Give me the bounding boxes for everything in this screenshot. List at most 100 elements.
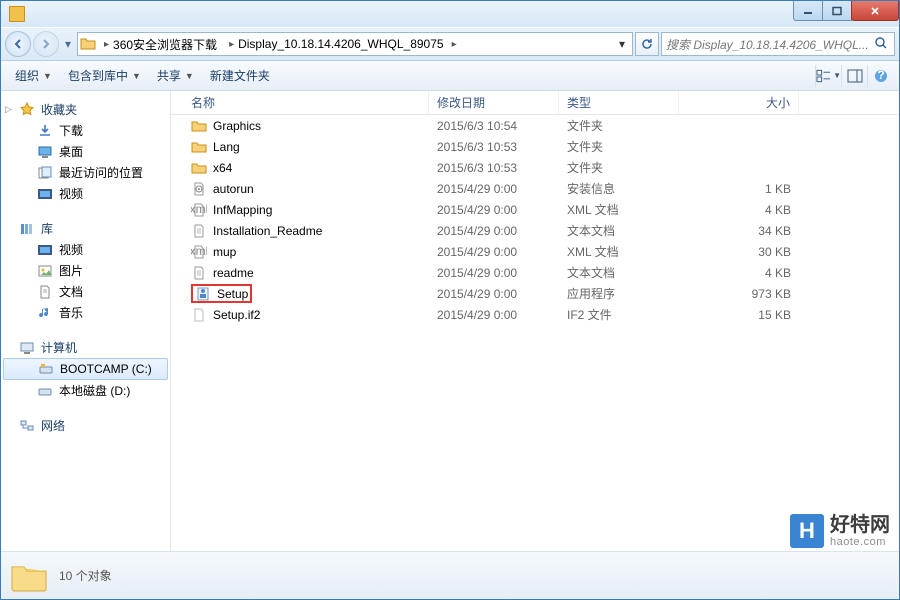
new-folder-button[interactable]: 新建文件夹: [202, 64, 278, 87]
nav-history-dropdown[interactable]: ▾: [61, 37, 75, 51]
column-size[interactable]: 大小: [679, 91, 799, 114]
sidebar-item-recent[interactable]: 最近访问的位置: [1, 162, 170, 183]
sidebar-item-videos-fav[interactable]: 视频: [1, 183, 170, 204]
file-type: 文件夹: [559, 117, 679, 134]
file-name: Installation_Readme: [213, 224, 322, 238]
search-icon: [874, 36, 890, 53]
xml-icon: xml: [191, 202, 207, 218]
file-modified: 2015/6/3 10:53: [429, 140, 559, 154]
file-type: 文本文档: [559, 264, 679, 281]
sidebar-item-drive-d[interactable]: 本地磁盘 (D:): [1, 380, 170, 401]
file-modified: 2015/4/29 0:00: [429, 182, 559, 196]
txt-icon: [191, 265, 207, 281]
desktop-icon: [37, 144, 53, 160]
favorites-group[interactable]: ▷收藏夹: [1, 99, 170, 120]
network-group[interactable]: 网络: [1, 415, 170, 436]
column-headers: 名称 修改日期 类型 大小: [171, 91, 899, 115]
share-button[interactable]: 共享▼: [149, 64, 202, 87]
file-size: 15 KB: [679, 308, 799, 322]
svg-text:?: ?: [877, 69, 884, 82]
file-modified: 2015/4/29 0:00: [429, 224, 559, 238]
txt-icon: [191, 223, 207, 239]
organize-button[interactable]: 组织▼: [7, 64, 60, 87]
file-name: x64: [213, 161, 232, 175]
body: ▷收藏夹 下载 桌面 最近访问的位置 视频 库 视频 图片 文档 音乐 计算机 …: [1, 91, 899, 551]
explorer-window: ▾ ▸360安全浏览器下载 ▸Display_10.18.14.4206_WHQ…: [0, 0, 900, 600]
help-button[interactable]: ?: [867, 65, 893, 87]
breadcrumb-item[interactable]: ▸360安全浏览器下载: [100, 33, 221, 55]
file-name: mup: [213, 245, 236, 259]
folder-icon: [191, 160, 207, 176]
titlebar[interactable]: [1, 1, 899, 27]
column-type[interactable]: 类型: [559, 91, 679, 114]
download-icon: [37, 123, 53, 139]
video-icon: [37, 242, 53, 258]
file-row[interactable]: Installation_Readme2015/4/29 0:00文本文档34 …: [171, 220, 899, 241]
file-type: 安装信息: [559, 180, 679, 197]
file-size: 4 KB: [679, 266, 799, 280]
folder-icon: [191, 118, 207, 134]
inf-icon: [191, 181, 207, 197]
breadcrumb-item[interactable]: ▸Display_10.18.14.4206_WHQL_89075▸: [225, 33, 461, 55]
file-name: readme: [213, 266, 254, 280]
sidebar-item-documents[interactable]: 文档: [1, 281, 170, 302]
picture-icon: [37, 263, 53, 279]
file-row[interactable]: readme 2015/4/29 0:00文本文档4 KB: [171, 262, 899, 283]
maximize-button[interactable]: [822, 1, 852, 21]
file-row[interactable]: autorun2015/4/29 0:00安装信息1 KB: [171, 178, 899, 199]
file-name: Lang: [213, 140, 240, 154]
sidebar-item-desktop[interactable]: 桌面: [1, 141, 170, 162]
libraries-group[interactable]: 库: [1, 218, 170, 239]
file-row[interactable]: x642015/6/3 10:53文件夹: [171, 157, 899, 178]
refresh-button[interactable]: [635, 32, 659, 56]
forward-button[interactable]: [33, 31, 59, 57]
close-button[interactable]: [851, 1, 899, 21]
file-row[interactable]: Setup2015/4/29 0:00应用程序973 KB: [171, 283, 899, 304]
preview-pane-button[interactable]: [841, 65, 867, 87]
sidebar-item-videos[interactable]: 视频: [1, 239, 170, 260]
sidebar-item-pictures[interactable]: 图片: [1, 260, 170, 281]
file-row[interactable]: Setup.if22015/4/29 0:00IF2 文件15 KB: [171, 304, 899, 325]
back-button[interactable]: [5, 31, 31, 57]
file-type: 文件夹: [559, 159, 679, 176]
file-row[interactable]: Graphics 2015/6/3 10:54文件夹: [171, 115, 899, 136]
xml-icon: xml: [191, 244, 207, 260]
column-modified[interactable]: 修改日期: [429, 91, 559, 114]
sidebar-item-downloads[interactable]: 下载: [1, 120, 170, 141]
file-name: Setup: [217, 287, 248, 301]
file-modified: 2015/4/29 0:00: [429, 266, 559, 280]
sidebar-item-music[interactable]: 音乐: [1, 302, 170, 323]
file-type: XML 文档: [559, 201, 679, 218]
file-list[interactable]: Graphics2015/6/3 10:54文件夹Lang2015/6/3 10…: [171, 115, 899, 551]
file-modified: 2015/4/29 0:00: [429, 245, 559, 259]
star-icon: [19, 102, 35, 118]
file-type: XML 文档: [559, 243, 679, 260]
address-dropdown[interactable]: ▾: [614, 37, 630, 51]
address-bar[interactable]: ▸360安全浏览器下载 ▸Display_10.18.14.4206_WHQL_…: [77, 32, 633, 56]
file-type: IF2 文件: [559, 306, 679, 323]
include-library-button[interactable]: 包含到库中▼: [60, 64, 149, 87]
file-type: 文本文档: [559, 222, 679, 239]
file-name: Setup.if2: [213, 308, 260, 322]
navigation-pane: ▷收藏夹 下载 桌面 最近访问的位置 视频 库 视频 图片 文档 音乐 计算机 …: [1, 91, 171, 551]
view-options-button[interactable]: ▼: [815, 65, 841, 87]
search-input[interactable]: 搜索 Display_10.18.14.4206_WHQL...: [661, 32, 895, 56]
file-name: Graphics: [213, 119, 261, 133]
file-modified: 2015/4/29 0:00: [429, 203, 559, 217]
file-row[interactable]: xmlmup 2015/4/29 0:00XML 文档30 KB: [171, 241, 899, 262]
column-name[interactable]: 名称: [171, 91, 429, 114]
search-placeholder: 搜索 Display_10.18.14.4206_WHQL...: [666, 36, 874, 53]
address-bar-row: ▾ ▸360安全浏览器下载 ▸Display_10.18.14.4206_WHQ…: [1, 27, 899, 61]
recent-icon: [37, 165, 53, 181]
file-row[interactable]: xmlInfMapping2015/4/29 0:00XML 文档4 KB: [171, 199, 899, 220]
status-bar: 10 个对象: [1, 551, 899, 599]
file-row[interactable]: Lang2015/6/3 10:53文件夹: [171, 136, 899, 157]
breadcrumb-label: Display_10.18.14.4206_WHQL_89075: [238, 37, 443, 51]
sidebar-item-drive-c[interactable]: BOOTCAMP (C:): [3, 358, 168, 380]
breadcrumb-label: 360安全浏览器下载: [113, 36, 217, 53]
file-modified: 2015/6/3 10:54: [429, 119, 559, 133]
minimize-button[interactable]: [793, 1, 823, 21]
video-icon: [37, 186, 53, 202]
computer-group[interactable]: 计算机: [1, 337, 170, 358]
file-size: 30 KB: [679, 245, 799, 259]
